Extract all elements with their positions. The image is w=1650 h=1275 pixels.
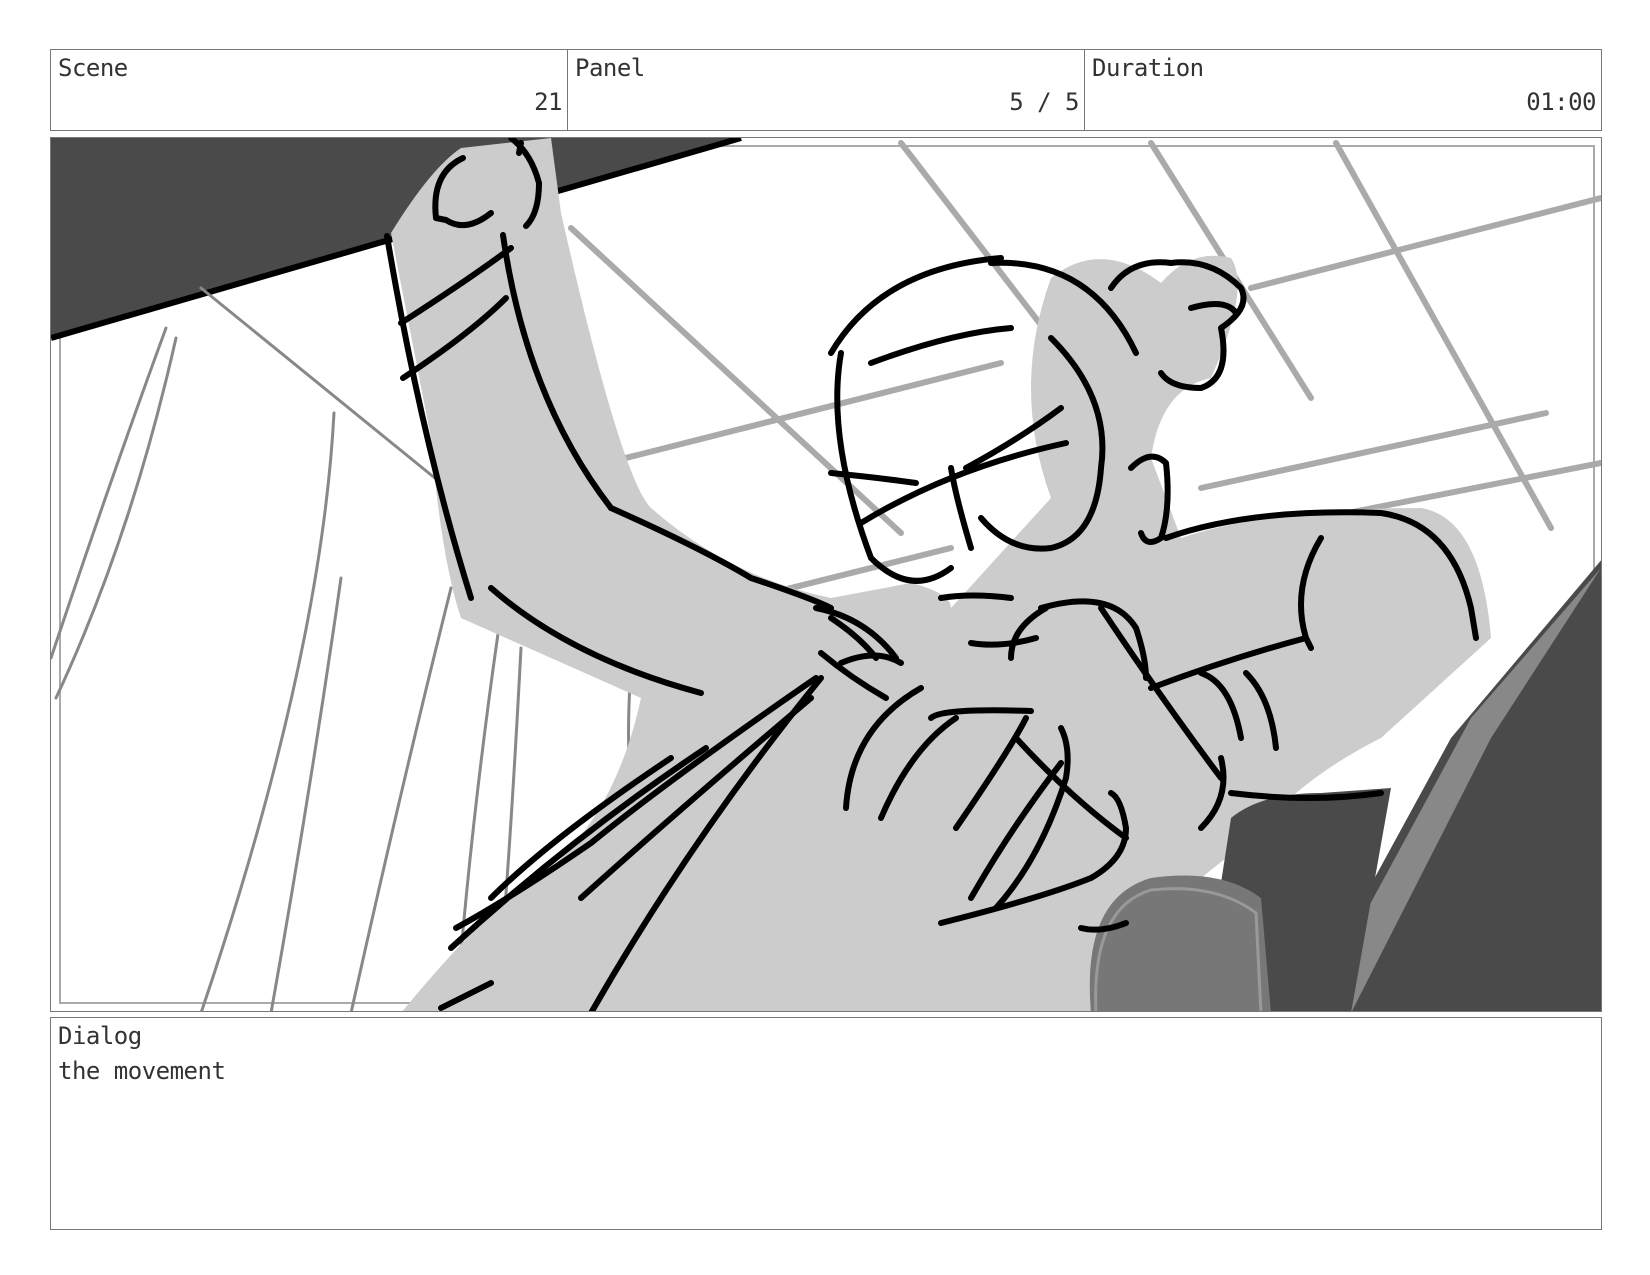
panel-info-header: Scene 21 Panel 5 / 5 Duration 01:00: [50, 49, 1602, 131]
dialog-text: the movement: [58, 1057, 226, 1085]
panel-cell: Panel 5 / 5: [568, 50, 1085, 130]
dialog-label: Dialog: [58, 1022, 142, 1050]
scene-label: Scene: [58, 54, 128, 82]
panel-number: 5 / 5: [1009, 88, 1079, 116]
storyboard-sketch: [51, 138, 1601, 1011]
storyboard-frame: [50, 137, 1602, 1012]
panel-label: Panel: [575, 54, 645, 82]
scene-number: 21: [534, 88, 562, 116]
duration-value: 01:00: [1526, 88, 1596, 116]
dialog-box: Dialog the movement: [50, 1017, 1602, 1230]
duration-label: Duration: [1092, 54, 1204, 82]
scene-cell: Scene 21: [51, 50, 568, 130]
duration-cell: Duration 01:00: [1085, 50, 1601, 130]
